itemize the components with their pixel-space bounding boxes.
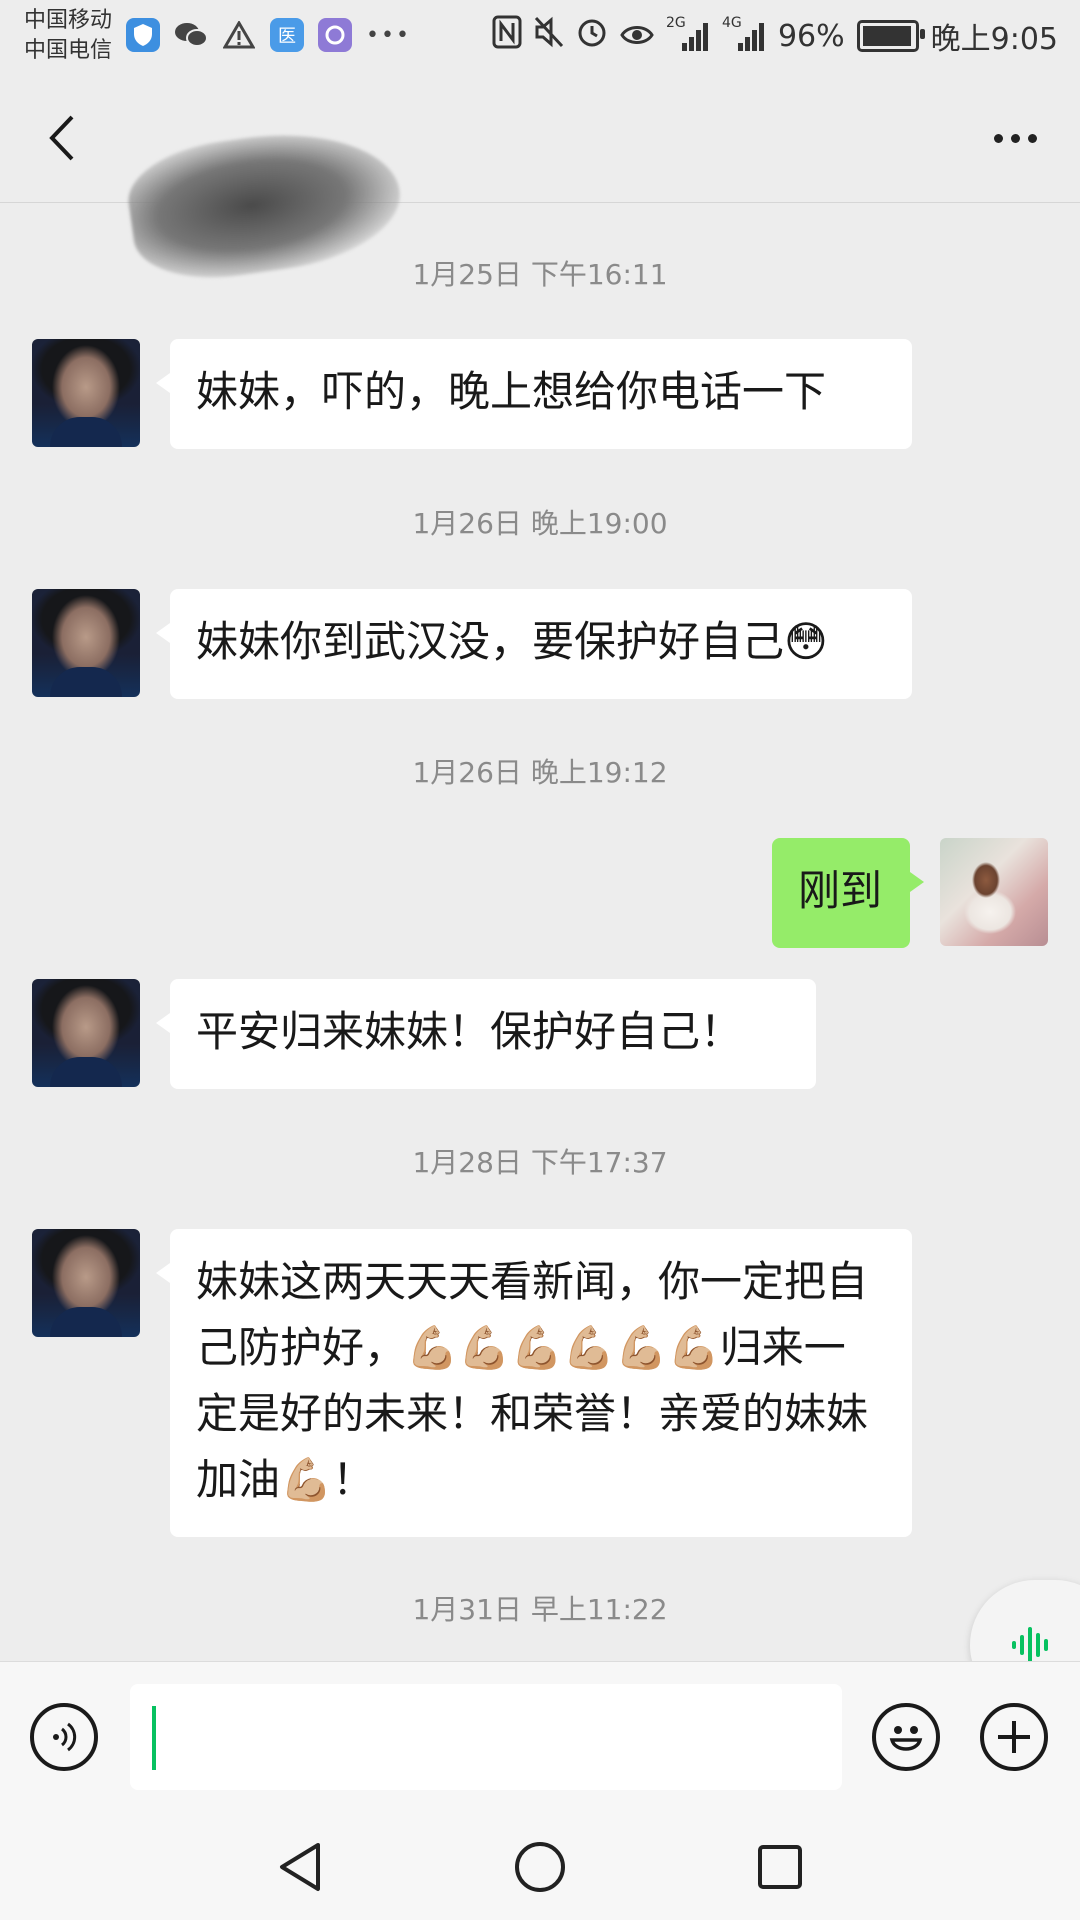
system-indicators: 2G 4G 96% 晚上9:05 <box>492 14 1058 58</box>
mute-icon <box>534 16 564 57</box>
chevron-left-icon <box>49 115 74 161</box>
input-bar <box>0 1661 1080 1812</box>
nav-recents-icon <box>758 1845 802 1889</box>
more-dots-icon: ••• <box>366 22 411 48</box>
avatar[interactable] <box>32 339 140 447</box>
browser-app-icon <box>318 18 352 52</box>
avatar[interactable] <box>32 979 140 1087</box>
avatar-self[interactable] <box>940 838 1048 946</box>
text-caret <box>152 1706 156 1770</box>
status-bar: 中国移动 中国电信 医 ••• 2G 4G 96% 晚上9:05 <box>0 0 1080 78</box>
message-bubble[interactable]: 妹妹这两天天天看新闻，你一定把自己防护好，💪🏼💪🏼💪🏼💪🏼💪🏼💪🏼归来一定是好的… <box>156 1229 912 1537</box>
signal-2g-label: 2G <box>665 15 686 31</box>
nav-back-icon <box>280 1843 320 1891</box>
nav-home-button[interactable] <box>510 1837 570 1897</box>
nav-home-icon <box>515 1842 565 1892</box>
carrier-1: 中国移动 <box>24 8 113 33</box>
wechat-icon <box>174 18 208 52</box>
message-bubble-self[interactable]: 刚到 <box>772 838 924 948</box>
message-input[interactable] <box>130 1684 842 1790</box>
back-button[interactable] <box>32 108 92 168</box>
avatar[interactable] <box>32 1229 140 1337</box>
signal-4g-label: 4G <box>721 15 742 31</box>
plus-icon <box>998 1721 1030 1753</box>
timestamp: 1月26日 晚上19:12 <box>412 756 668 789</box>
message-bubble[interactable]: 妹妹你到武汉没，要保护好自己😳 <box>156 589 912 699</box>
voice-input-button[interactable] <box>30 1703 98 1771</box>
battery-icon <box>856 20 925 52</box>
timestamp: 1月31日 早上11:22 <box>412 1593 668 1626</box>
voice-wave-icon <box>1012 1627 1048 1663</box>
chat-header <box>0 78 1080 290</box>
nav-back-button[interactable] <box>270 1837 330 1897</box>
alarm-icon <box>576 16 608 57</box>
signal-4g-icon: 4G <box>722 15 766 53</box>
emoji-icon <box>889 1726 923 1751</box>
battery-fill <box>862 26 911 46</box>
shield-icon <box>126 18 160 52</box>
carrier-2: 中国电信 <box>24 38 113 63</box>
timestamp: 1月26日 晚上19:00 <box>412 507 668 540</box>
message-bubble[interactable]: 平安归来妹妹！保护好自己！ <box>156 979 816 1089</box>
eye-icon <box>620 16 654 56</box>
avatar[interactable] <box>32 589 140 697</box>
voice-input-icon <box>53 1722 77 1752</box>
chat-message-list[interactable]: 1月25日 下午16:11 妹妹，吓的，晚上想给你电话一下 1月26日 晚上19… <box>0 203 1080 1660</box>
battery-percent: 96% <box>777 18 845 54</box>
timestamp: 1月25日 下午16:11 <box>412 258 668 291</box>
timestamp: 1月28日 下午17:37 <box>412 1146 668 1179</box>
nav-recents-button[interactable] <box>750 1837 810 1897</box>
system-navigation-bar <box>0 1811 1080 1920</box>
nfc-icon <box>492 15 522 58</box>
more-icon <box>993 133 1003 143</box>
status-time: 晚上9:05 <box>930 22 1058 57</box>
hospital-app-icon: 医 <box>270 18 304 52</box>
more-button[interactable] <box>980 108 1050 168</box>
warning-icon <box>222 18 256 52</box>
carrier-labels: 中国移动 中国电信 <box>24 6 112 66</box>
plus-button[interactable] <box>980 1703 1048 1771</box>
signal-2g-icon: 2G <box>666 15 710 53</box>
message-bubble[interactable]: 妹妹，吓的，晚上想给你电话一下 <box>156 339 912 449</box>
emoji-button[interactable] <box>872 1703 940 1771</box>
notification-icons: 医 ••• <box>126 18 411 52</box>
